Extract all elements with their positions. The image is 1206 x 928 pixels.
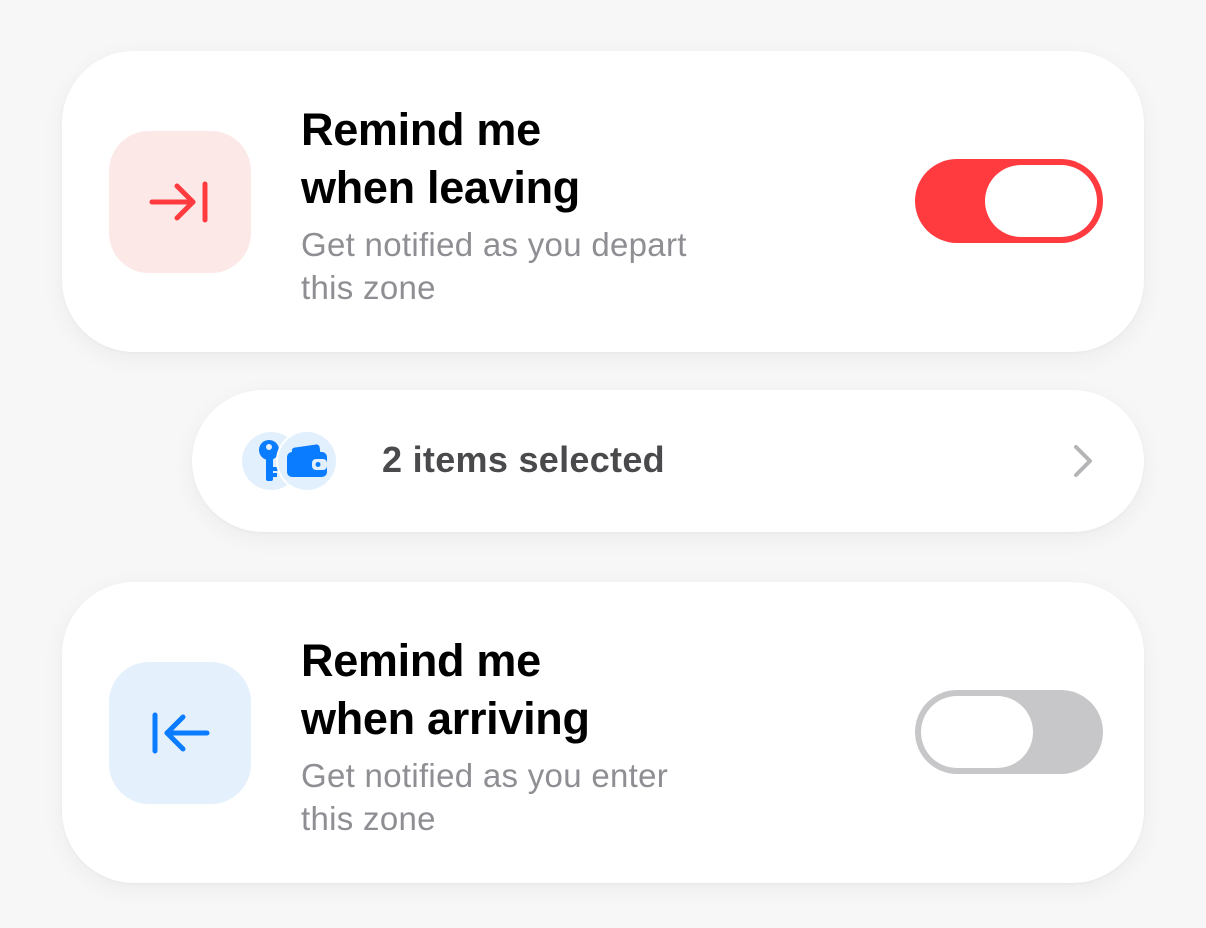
arriving-icon-tile (109, 662, 251, 804)
leaving-title-line-2: when leaving (301, 162, 580, 213)
leaving-subtitle-line-1: Get notified as you depart (301, 226, 687, 263)
arriving-subtitle: Get notified as you enter this zone (301, 754, 861, 840)
leaving-text: Remind me when leaving Get notified as y… (301, 101, 861, 309)
wallet-avatar (278, 432, 336, 490)
wallet-icon (287, 444, 327, 477)
chevron-right-icon (1074, 445, 1092, 477)
arriving-toggle[interactable] (915, 690, 1103, 774)
arrow-left-from-line-icon (152, 712, 210, 754)
leaving-subtitle: Get notified as you depart this zone (301, 223, 861, 309)
leaving-toggle[interactable] (915, 159, 1103, 243)
arriving-subtitle-line-2: this zone (301, 800, 436, 837)
leaving-reminder-card: Remind me when leaving Get notified as y… (62, 51, 1144, 352)
leaving-title: Remind me when leaving (301, 101, 861, 217)
selected-items-row[interactable]: 2 items selected (192, 390, 1144, 532)
arriving-title: Remind me when arriving (301, 632, 861, 748)
selected-items-label: 2 items selected (382, 439, 665, 480)
arriving-subtitle-line-1: Get notified as you enter (301, 757, 669, 794)
toggle-knob (985, 165, 1097, 237)
arriving-title-line-2: when arriving (301, 693, 590, 744)
arriving-text: Remind me when arriving Get notified as … (301, 632, 861, 840)
arriving-title-line-1: Remind me (301, 635, 541, 686)
arriving-reminder-card: Remind me when arriving Get notified as … (62, 582, 1144, 883)
item-avatar-stack (242, 432, 342, 492)
leaving-title-line-1: Remind me (301, 104, 541, 155)
leaving-subtitle-line-2: this zone (301, 269, 436, 306)
arrow-right-to-line-icon (149, 181, 208, 223)
toggle-knob (921, 696, 1033, 768)
leaving-icon-tile (109, 131, 251, 273)
